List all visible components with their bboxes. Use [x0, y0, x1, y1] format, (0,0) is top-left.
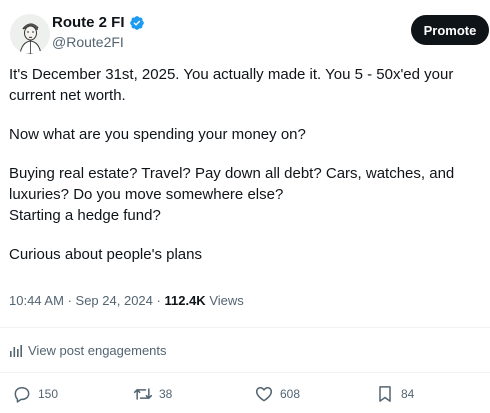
analytics-icon — [10, 344, 22, 357]
repost-button[interactable]: 38 — [133, 384, 172, 404]
action-bar: 150 38 608 84 — [0, 384, 490, 408]
divider — [0, 372, 490, 373]
meta-separator: · — [156, 293, 161, 308]
author-display-name[interactable]: Route 2 FI — [52, 14, 125, 32]
bookmark-button[interactable]: 84 — [375, 384, 414, 404]
author-handle[interactable]: @Route2FI — [52, 34, 124, 50]
engagements-label: View post engagements — [28, 343, 167, 358]
repost-icon — [133, 388, 153, 400]
tweet-paragraph: Starting a hedge fund? — [9, 207, 161, 224]
tweet-paragraph: Buying real estate? Travel? Pay down all… — [9, 165, 455, 203]
divider — [0, 327, 490, 328]
name-row: Route 2 FI — [52, 14, 145, 32]
reply-icon — [14, 387, 30, 403]
promote-button[interactable]: Promote — [411, 15, 489, 45]
avatar[interactable] — [10, 14, 50, 54]
verified-badge-icon[interactable] — [129, 15, 145, 31]
bookmark-count: 84 — [401, 387, 415, 401]
tweet-paragraph: It's December 31st, 2025. You actually m… — [9, 66, 454, 104]
bookmark-icon — [379, 386, 391, 402]
reply-count: 150 — [38, 387, 59, 401]
repost-count: 38 — [159, 387, 173, 401]
like-button[interactable]: 608 — [254, 384, 300, 404]
like-count: 608 — [280, 387, 301, 401]
reply-button[interactable]: 150 — [12, 384, 58, 404]
view-engagements-link[interactable]: View post engagements — [9, 343, 167, 358]
post-date[interactable]: Sep 24, 2024 — [76, 293, 153, 308]
tweet-paragraph: Curious about people's plans — [9, 246, 202, 263]
tweet-paragraph: Now what are you spending your money on? — [9, 126, 306, 143]
views-label: Views — [209, 293, 244, 308]
meta-separator: · — [67, 293, 72, 308]
post-header: Route 2 FI @Route2FI Promote — [0, 0, 490, 60]
views-count: 112.4K — [164, 293, 206, 308]
tweet-text: It's December 31st, 2025. You actually m… — [9, 64, 481, 265]
heart-icon — [255, 387, 273, 402]
post-time[interactable]: 10:44 AM — [9, 293, 64, 308]
post-metadata: 10:44 AM · Sep 24, 2024 · 112.4K Views — [9, 293, 244, 308]
